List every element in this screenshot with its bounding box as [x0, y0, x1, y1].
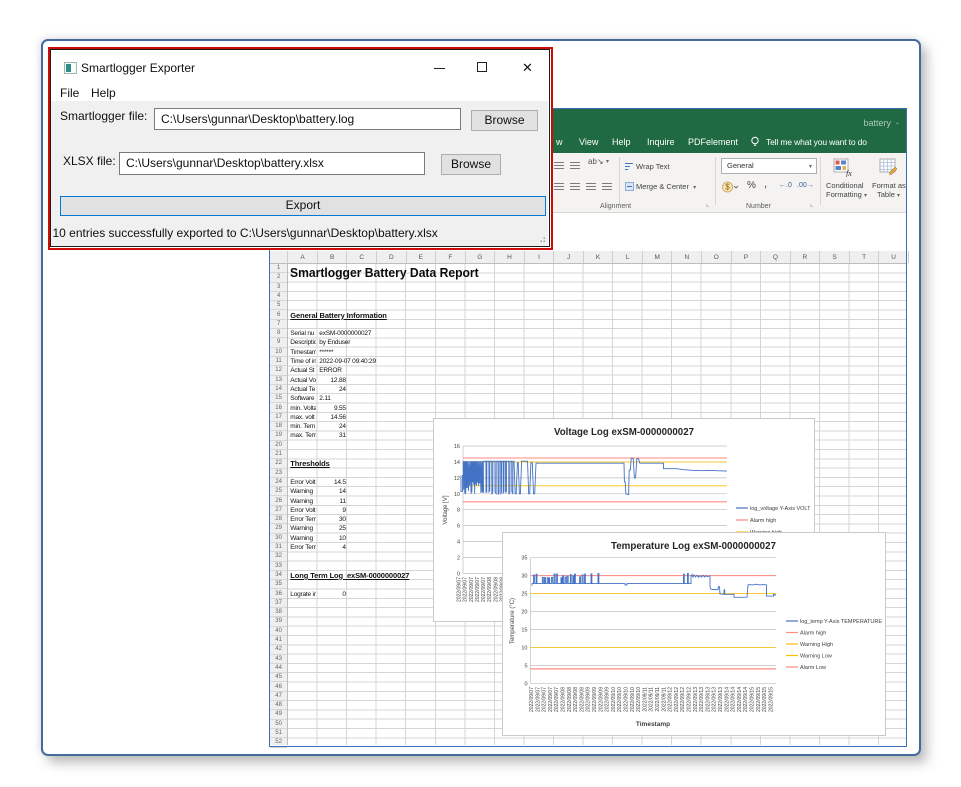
svg-text:10: 10 [521, 645, 527, 651]
svg-text:2022/09/08: 2022/09/08 [493, 577, 499, 602]
svg-text:2022/09/15: 2022/09/15 [768, 687, 774, 712]
svg-text:2022/09/13: 2022/09/13 [705, 687, 711, 712]
svg-text:2022/09/08: 2022/09/08 [573, 687, 579, 712]
svg-text:2022/09/10: 2022/09/10 [617, 687, 623, 712]
svg-text:Voltage Log exSM-0000000027: Voltage Log exSM-0000000027 [554, 426, 694, 438]
svg-text:2022/09/07: 2022/09/07 [463, 577, 469, 602]
svg-text:12: 12 [454, 476, 460, 482]
svg-text:Alarm high: Alarm high [750, 518, 776, 524]
svg-text:35: 35 [521, 556, 527, 562]
svg-text:30: 30 [521, 574, 527, 580]
svg-text:0: 0 [457, 571, 460, 577]
svg-text:2022/09/14: 2022/09/14 [737, 687, 743, 712]
svg-text:2022/09/15: 2022/09/15 [762, 687, 768, 712]
svg-text:2022/09/13: 2022/09/13 [693, 687, 699, 712]
svg-text:2022/09/08: 2022/09/08 [579, 687, 585, 712]
svg-text:2022/09/09: 2022/09/09 [605, 687, 611, 712]
svg-text:Temperature Log exSM-000000002: Temperature Log exSM-0000000027 [611, 540, 776, 552]
svg-text:4: 4 [457, 540, 460, 546]
svg-text:25: 25 [521, 592, 527, 598]
svg-text:2: 2 [457, 556, 460, 562]
svg-text:2022/09/09: 2022/09/09 [598, 687, 604, 712]
svg-text:2022/09/11: 2022/09/11 [661, 687, 667, 712]
svg-text:2022/09/08: 2022/09/08 [561, 687, 567, 712]
svg-text:log_temp Y-Axis TEMPERATURE: log_temp Y-Axis TEMPERATURE [800, 619, 882, 625]
svg-text:2022/09/09: 2022/09/09 [586, 687, 592, 712]
svg-text:2022/09/12: 2022/09/12 [668, 687, 674, 712]
svg-text:Timestamp: Timestamp [636, 721, 670, 728]
svg-text:16: 16 [454, 444, 460, 450]
svg-text:2022/09/14: 2022/09/14 [731, 687, 737, 712]
svg-text:2022/09/07: 2022/09/07 [554, 687, 560, 712]
svg-text:2022/09/09: 2022/09/09 [592, 687, 598, 712]
svg-text:2022/09/13: 2022/09/13 [699, 687, 705, 712]
svg-text:Alarm high: Alarm high [800, 631, 826, 637]
svg-text:2022/09/10: 2022/09/10 [624, 687, 630, 712]
svg-text:2022/09/07: 2022/09/07 [481, 577, 487, 602]
svg-text:2022/09/14: 2022/09/14 [743, 687, 749, 712]
svg-text:2022/09/08: 2022/09/08 [567, 687, 573, 712]
svg-text:2022/09/11: 2022/09/11 [655, 687, 661, 712]
svg-text:Alarm Low: Alarm Low [800, 665, 826, 671]
svg-text:2022/09/12: 2022/09/12 [687, 687, 693, 712]
svg-text:5: 5 [524, 663, 527, 669]
svg-text:Temperature (°C): Temperature (°C) [510, 598, 516, 644]
svg-text:log_voltage Y-Axis VOLT: log_voltage Y-Axis VOLT [750, 506, 811, 512]
svg-text:2022/09/10: 2022/09/10 [611, 687, 617, 712]
svg-text:2022/09/08: 2022/09/08 [487, 577, 493, 602]
svg-text:2022/09/12: 2022/09/12 [680, 687, 686, 712]
svg-text:10: 10 [454, 492, 460, 498]
svg-text:0: 0 [524, 681, 527, 687]
svg-text:2022/09/07: 2022/09/07 [457, 577, 463, 602]
svg-text:Warning Low: Warning Low [800, 654, 832, 660]
svg-text:2022/09/07: 2022/09/07 [535, 687, 541, 712]
svg-text:2022/09/12: 2022/09/12 [674, 687, 680, 712]
svg-text:2022/09/07: 2022/09/07 [542, 687, 548, 712]
svg-text:2022/09/13: 2022/09/13 [712, 687, 718, 712]
svg-text:2022/09/14: 2022/09/14 [724, 687, 730, 712]
svg-text:6: 6 [457, 524, 460, 530]
svg-text:2022/09/07: 2022/09/07 [548, 687, 554, 712]
svg-text:2022/09/10: 2022/09/10 [630, 687, 636, 712]
svg-text:Warning High: Warning High [800, 642, 833, 648]
svg-text:8: 8 [457, 508, 460, 514]
svg-text:2022/09/10: 2022/09/10 [636, 687, 642, 712]
svg-text:$: $ [725, 183, 730, 192]
svg-text:2022/09/07: 2022/09/07 [475, 577, 481, 602]
svg-text:20: 20 [521, 610, 527, 616]
svg-text:2022/09/15: 2022/09/15 [756, 687, 762, 712]
svg-text:2022/09/15: 2022/09/15 [750, 687, 756, 712]
svg-text:fx: fx [846, 169, 852, 177]
svg-text:2022/09/11: 2022/09/11 [642, 687, 648, 712]
svg-text:2022/09/07: 2022/09/07 [529, 687, 535, 712]
svg-text:14: 14 [454, 460, 460, 466]
svg-text:2022/09/07: 2022/09/07 [469, 577, 475, 602]
svg-text:Voltage [V]: Voltage [V] [443, 495, 449, 524]
svg-text:15: 15 [521, 628, 527, 634]
svg-text:2022/09/11: 2022/09/11 [649, 687, 655, 712]
svg-text:2022/09/13: 2022/09/13 [718, 687, 724, 712]
